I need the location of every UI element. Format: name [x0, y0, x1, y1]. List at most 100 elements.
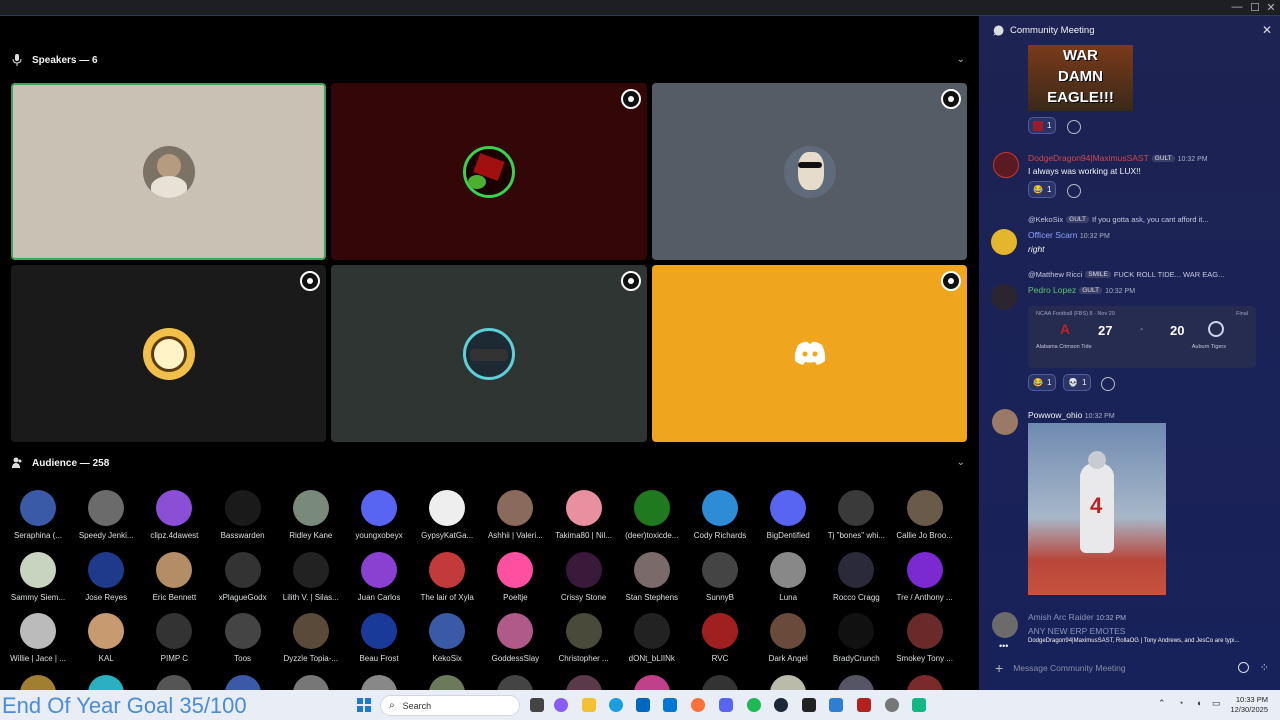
reply-preview[interactable]: @KekoSix GULT If you gotta ask, you cant a…: [1028, 215, 1209, 224]
audience-member[interactable]: Smokey Tony ...: [891, 613, 959, 663]
audience-member[interactable]: xPlagueGodx: [209, 551, 277, 602]
audience-member[interactable]: [209, 674, 277, 690]
avatar[interactable]: [993, 152, 1019, 178]
audience-member[interactable]: Eric Bennett: [140, 551, 208, 602]
reaction-button[interactable]: 😂 1: [1028, 181, 1057, 198]
audience-member[interactable]: [891, 674, 959, 690]
audience-member[interactable]: [277, 674, 345, 690]
audience-member[interactable]: BigDentified: [754, 490, 822, 540]
audience-member[interactable]: [822, 674, 890, 690]
wifi-icon[interactable]: ◔: [1178, 698, 1183, 708]
audience-member[interactable]: Jose Reyes: [72, 551, 140, 602]
audience-member[interactable]: SunnyB: [686, 551, 754, 602]
username[interactable]: Officer Scarn: [1028, 230, 1077, 240]
audience-member[interactable]: [72, 674, 140, 690]
spotify-icon[interactable]: [747, 698, 761, 712]
username[interactable]: DodgeDragon94|MaximusSAST: [1028, 153, 1149, 163]
audience-member[interactable]: Rocco Cragg: [822, 551, 890, 602]
audience-member[interactable]: [481, 674, 549, 690]
username[interactable]: Powwow_ohio: [1028, 410, 1082, 420]
add-reaction-icon[interactable]: [1067, 120, 1081, 134]
discord-icon[interactable]: [719, 698, 733, 712]
message-input[interactable]: + Message Community Meeting ⁘: [989, 656, 1271, 680]
audience-member[interactable]: BradyCrunch: [822, 613, 890, 663]
audience-member[interactable]: Ashhii | Valeri...: [481, 490, 549, 540]
taskbar-clock[interactable]: 10:33 PM 12/30/2025: [1230, 695, 1268, 715]
audience-member[interactable]: [413, 674, 481, 690]
player-gif-image[interactable]: 4: [1028, 423, 1166, 595]
reaction-button[interactable]: 💀 1: [1063, 374, 1092, 391]
audience-member[interactable]: Lilith V. | Silas...: [277, 551, 345, 602]
battery-icon[interactable]: ▭: [1212, 698, 1221, 709]
audience-member[interactable]: RVC: [686, 613, 754, 663]
audience-member[interactable]: [618, 674, 686, 690]
audience-member[interactable]: The lair of Xyla: [413, 551, 481, 602]
minimize-button[interactable]: —: [1228, 1, 1246, 13]
outlook-icon[interactable]: [663, 698, 677, 712]
chevron-down-icon[interactable]: ⌄: [957, 54, 965, 65]
audience-member[interactable]: [345, 674, 413, 690]
audience-member[interactable]: clipz.4dawest: [140, 490, 208, 540]
audience-member[interactable]: Tre / Anthony ...: [891, 551, 959, 602]
audience-member[interactable]: Luna: [754, 551, 822, 602]
add-reaction-icon[interactable]: [1067, 184, 1081, 198]
audience-member[interactable]: Speedy Jenki...: [72, 490, 140, 540]
audience-member[interactable]: Callie Jo Broo...: [891, 490, 959, 540]
steam-icon[interactable]: [774, 698, 788, 712]
score-card[interactable]: NCAA Football (FBS) 8 · Nov 29 Final A 2…: [1028, 306, 1256, 368]
audience-member[interactable]: [4, 674, 72, 690]
task-view-icon[interactable]: [530, 698, 544, 712]
audience-member[interactable]: Takima80 | Nil...: [550, 490, 618, 540]
speaker-tile[interactable]: [331, 83, 647, 260]
app-icon[interactable]: [912, 698, 926, 712]
avatar[interactable]: [992, 409, 1018, 435]
audience-member[interactable]: Toos: [209, 613, 277, 663]
notepad-icon[interactable]: [829, 698, 843, 712]
speaker-tile[interactable]: [331, 265, 647, 442]
audience-member[interactable]: Juan Carlos: [345, 551, 413, 602]
reaction-button[interactable]: 1: [1028, 117, 1057, 134]
settings-gear-icon[interactable]: [885, 698, 899, 712]
audience-member[interactable]: GoddessSlay: [481, 613, 549, 663]
audience-member[interactable]: [140, 674, 208, 690]
audience-member[interactable]: Willie | Jace | ...: [4, 613, 72, 663]
audience-member[interactable]: Poeltje: [481, 551, 549, 602]
audience-member[interactable]: Crissy Stone: [550, 551, 618, 602]
audience-member[interactable]: KAL: [72, 613, 140, 663]
audience-member[interactable]: [686, 674, 754, 690]
audience-member[interactable]: dONt_bLIINk: [618, 613, 686, 663]
store-icon[interactable]: [636, 698, 650, 712]
volume-icon[interactable]: ◖: [1196, 698, 1201, 708]
audience-member[interactable]: GypsyKatGa...: [413, 490, 481, 540]
close-icon[interactable]: ✕: [1262, 23, 1272, 37]
avatar[interactable]: [992, 612, 1018, 638]
audience-header[interactable]: Audience — 258: [12, 453, 109, 473]
audience-member[interactable]: [550, 674, 618, 690]
audience-member[interactable]: Seraphina (...: [4, 490, 72, 540]
audience-member[interactable]: youngxobeyx: [345, 490, 413, 540]
add-attachment-icon[interactable]: +: [995, 660, 1003, 676]
reaction-button[interactable]: 😂 1: [1028, 374, 1057, 391]
audience-member[interactable]: KekoSix: [413, 613, 481, 663]
audience-member[interactable]: PIMP C: [140, 613, 208, 663]
gif-image[interactable]: WAR DAMN EAGLE!!!: [1028, 45, 1133, 111]
speaker-tile[interactable]: [652, 83, 967, 260]
username[interactable]: Amish Arc Raider: [1028, 612, 1094, 622]
speakers-header[interactable]: Speakers — 6: [12, 50, 98, 70]
speaker-tile[interactable]: [652, 265, 967, 442]
firefox-icon[interactable]: [691, 698, 705, 712]
windows-start-icon[interactable]: [357, 698, 371, 712]
audience-member[interactable]: (deer)toxicde...: [618, 490, 686, 540]
avatar[interactable]: [991, 284, 1017, 310]
avatar[interactable]: [991, 229, 1017, 255]
tray-chevron-up-icon[interactable]: ⌃: [1158, 698, 1166, 709]
close-window-button[interactable]: ✕: [1262, 1, 1280, 14]
chevron-down-icon[interactable]: ⌄: [957, 457, 965, 468]
audience-member[interactable]: Dark Angel: [754, 613, 822, 663]
audience-member[interactable]: Tj "bones" whi...: [822, 490, 890, 540]
speaker-tile[interactable]: [11, 83, 326, 260]
apps-grid-icon[interactable]: ⁘: [1260, 661, 1269, 674]
edge-icon[interactable]: [609, 698, 623, 712]
audience-member[interactable]: Cody Richards: [686, 490, 754, 540]
taskbar-search[interactable]: ⌕ Search: [380, 695, 520, 716]
